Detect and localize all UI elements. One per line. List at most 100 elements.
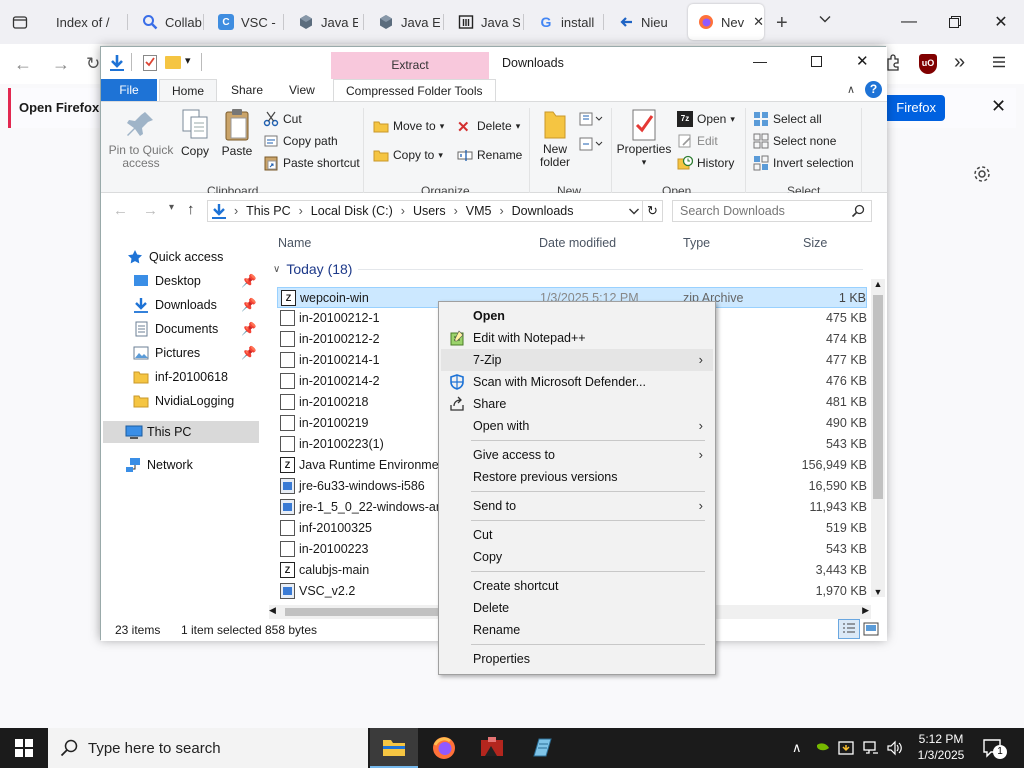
- scrollbar-thumb[interactable]: [285, 608, 445, 616]
- tab-view[interactable]: View: [277, 79, 327, 101]
- large-icons-view-icon[interactable]: [863, 621, 879, 637]
- menu-item-give-access[interactable]: Give access to ›: [441, 444, 713, 466]
- tab-nieu[interactable]: Nieu: [604, 4, 682, 40]
- minimize-icon[interactable]: —: [886, 0, 932, 44]
- nav-desktop[interactable]: Desktop 📌: [133, 270, 257, 292]
- menu-item-7zip[interactable]: 7-Zip ›: [441, 349, 713, 371]
- taskbar-search[interactable]: Type here to search: [48, 728, 368, 768]
- details-view-icon[interactable]: [838, 619, 860, 639]
- tab-new-active[interactable]: Nev ✕: [688, 4, 764, 40]
- column-header-date[interactable]: Date modified: [539, 236, 616, 250]
- forward-icon[interactable]: →: [52, 54, 70, 75]
- restore-icon[interactable]: [932, 0, 978, 44]
- new-tab-icon[interactable]: +: [776, 12, 788, 35]
- invert-selection-button[interactable]: Invert selection: [753, 155, 854, 171]
- clock[interactable]: 5:12 PM 1/3/2025: [908, 731, 974, 763]
- menu-item-restore-versions[interactable]: Restore previous versions: [441, 466, 713, 488]
- close-window-icon[interactable]: ✕: [978, 0, 1024, 44]
- pin-icon[interactable]: 📌: [241, 274, 257, 289]
- copy-path-button[interactable]: Copy path: [263, 133, 338, 149]
- pin-icon[interactable]: 📌: [241, 346, 257, 361]
- tab-index[interactable]: Index of /: [42, 4, 126, 40]
- breadcrumb-vm5[interactable]: VM5: [466, 204, 492, 218]
- menu-item-scan-defender[interactable]: Scan with Microsoft Defender...: [441, 371, 713, 393]
- recent-locations-icon[interactable]: ▾: [169, 202, 174, 213]
- nav-inf-folder[interactable]: inf-20100618: [133, 366, 228, 388]
- windows-start-icon[interactable]: [0, 728, 48, 768]
- breadcrumb-downloads[interactable]: Downloads: [512, 204, 574, 218]
- tab-java-se[interactable]: Java S: [444, 4, 520, 40]
- tab-install[interactable]: Ginstall: [524, 4, 602, 40]
- copy-button[interactable]: Copy: [177, 108, 213, 158]
- menu-item-properties[interactable]: Properties: [441, 648, 713, 670]
- app-taskbar-icon[interactable]: [468, 728, 516, 768]
- show-hidden-icons[interactable]: ∧: [792, 740, 802, 756]
- qa-dropdown-icon[interactable]: ▾: [185, 54, 191, 67]
- hamburger-menu-icon[interactable]: [991, 54, 1007, 70]
- breadcrumb-this-pc[interactable]: This PC: [246, 204, 290, 218]
- chevron-down-icon[interactable]: [818, 12, 832, 26]
- close-icon[interactable]: ✕: [991, 96, 1006, 117]
- new-item-icon[interactable]: [579, 110, 603, 128]
- menu-item-rename[interactable]: Rename: [441, 619, 713, 641]
- tab-vsc[interactable]: C VSC -: [204, 4, 280, 40]
- delete-button[interactable]: ✕ Delete ▾: [457, 118, 520, 136]
- menu-item-share[interactable]: Share: [441, 393, 713, 415]
- column-header-size[interactable]: Size: [803, 236, 827, 250]
- forward-icon[interactable]: →: [143, 202, 158, 219]
- properties-button[interactable]: Properties ▾: [615, 108, 673, 169]
- chevron-down-icon[interactable]: [628, 204, 640, 218]
- file-explorer-taskbar-icon[interactable]: [370, 728, 418, 768]
- collapse-ribbon-icon[interactable]: ∧: [847, 83, 855, 96]
- tab-collab[interactable]: Collab: [128, 4, 202, 40]
- refresh-icon[interactable]: ↻: [643, 200, 663, 222]
- scrollbar-thumb[interactable]: [873, 295, 883, 499]
- breadcrumb-local-disk[interactable]: Local Disk (C:): [311, 204, 393, 218]
- overflow-chevron-icon[interactable]: »: [954, 51, 965, 74]
- notification-button[interactable]: Firefox: [883, 95, 945, 121]
- easy-access-icon[interactable]: [579, 135, 603, 153]
- menu-item-copy[interactable]: Copy: [441, 546, 713, 568]
- minimize-icon[interactable]: —: [753, 53, 767, 69]
- firefox-taskbar-icon[interactable]: [420, 728, 468, 768]
- menu-item-cut[interactable]: Cut: [441, 524, 713, 546]
- group-header-today[interactable]: ∨ Today (18): [273, 261, 863, 277]
- scroll-left-icon[interactable]: ◀: [269, 605, 276, 616]
- network-tray-icon[interactable]: [862, 740, 880, 756]
- pin-quick-access-button[interactable]: Pin to Quick access: [107, 108, 175, 170]
- scroll-right-icon[interactable]: ▶: [862, 605, 869, 616]
- folder-qa-icon[interactable]: [165, 56, 181, 69]
- notebook-taskbar-icon[interactable]: [518, 728, 566, 768]
- edit-button[interactable]: Edit: [677, 133, 718, 149]
- pin-icon[interactable]: 📌: [241, 322, 257, 337]
- select-none-button[interactable]: Select none: [753, 133, 836, 149]
- menu-item-edit-notepad[interactable]: Edit with Notepad++: [441, 327, 713, 349]
- nav-network[interactable]: Network: [125, 454, 193, 476]
- volume-tray-icon[interactable]: [886, 740, 904, 756]
- copy-to-button[interactable]: Copy to ▾: [373, 147, 443, 163]
- maximize-icon[interactable]: [811, 56, 822, 67]
- nav-downloads[interactable]: Downloads 📌: [133, 294, 257, 316]
- properties-qa-icon[interactable]: [143, 55, 157, 71]
- tab-compressed-folder-tools[interactable]: Compressed Folder Tools: [333, 79, 496, 102]
- back-icon[interactable]: ←: [113, 202, 128, 219]
- rename-button[interactable]: Rename: [457, 147, 522, 163]
- tab-java-1[interactable]: Java E: [284, 4, 358, 40]
- update-tray-icon[interactable]: [838, 740, 856, 756]
- ublock-icon[interactable]: uO: [919, 54, 937, 74]
- new-folder-button[interactable]: New folder: [533, 108, 577, 169]
- firefox-view-icon[interactable]: [8, 10, 32, 34]
- cut-button[interactable]: Cut: [263, 111, 302, 127]
- nav-documents[interactable]: Documents 📌: [133, 318, 257, 340]
- nav-nvidia-folder[interactable]: NvidiaLogging: [133, 390, 234, 412]
- gear-icon[interactable]: [972, 164, 992, 184]
- move-to-button[interactable]: Move to ▾: [373, 118, 444, 134]
- menu-item-open[interactable]: Open: [441, 305, 713, 327]
- tab-home[interactable]: Home: [159, 79, 218, 102]
- menu-item-open-with[interactable]: Open with ›: [441, 415, 713, 437]
- paste-button[interactable]: Paste: [217, 108, 257, 158]
- search-input[interactable]: Search Downloads: [680, 204, 785, 218]
- search-box[interactable]: Search Downloads: [672, 200, 872, 222]
- pin-icon[interactable]: 📌: [241, 298, 257, 313]
- address-bar[interactable]: › This PC › Local Disk (C:) › Users › VM5 › …: [207, 200, 643, 222]
